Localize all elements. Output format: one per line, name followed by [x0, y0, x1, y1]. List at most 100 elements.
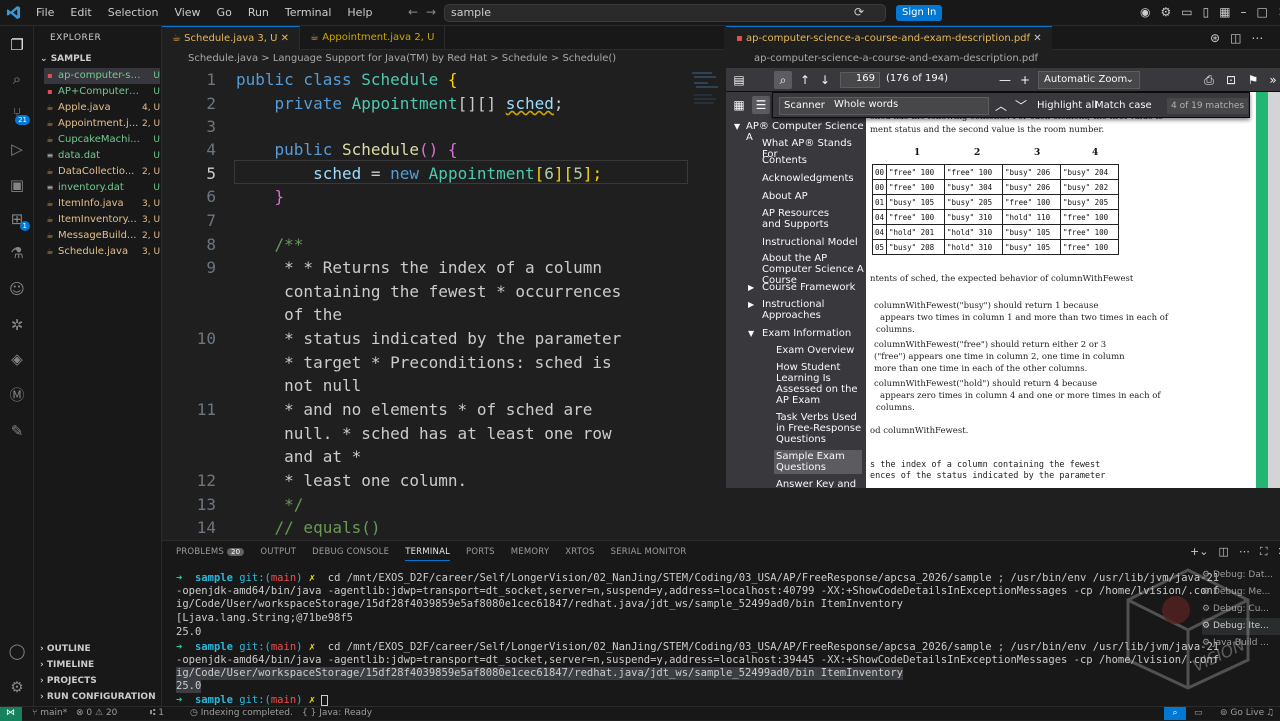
outline-item[interactable]: AP Resources and Supports [762, 208, 832, 230]
print-icon[interactable]: ⎙ [1200, 71, 1218, 89]
open-preview-icon[interactable]: ⊛ [1210, 31, 1220, 45]
toggle-sidebar-icon[interactable]: ▯ [1203, 5, 1210, 19]
java-status[interactable]: { } Java: Ready [302, 707, 372, 720]
tab-output[interactable]: OUTPUT [260, 547, 296, 561]
go-live-button[interactable]: ⊚ Go Live [1220, 707, 1264, 720]
gear-extension-icon[interactable]: ✲ [8, 316, 26, 334]
toggle-sidebar-icon[interactable]: ▤ [730, 71, 748, 89]
minimize-icon[interactable]: – [1241, 5, 1247, 19]
outline-item[interactable]: Acknowledgments [762, 173, 854, 184]
new-terminal-icon[interactable]: +⌄ [1190, 545, 1208, 559]
docker-icon[interactable]: ◈ [8, 350, 26, 368]
projects-section[interactable]: › PROJECTS [40, 676, 97, 686]
manage-gear-icon[interactable]: ⚙ [8, 678, 26, 696]
chevron-right-icon[interactable]: ▶ [748, 283, 754, 292]
tab-terminal[interactable]: TERMINAL [405, 547, 451, 561]
testing-icon[interactable]: ⚗ [8, 244, 26, 262]
match-case-option[interactable]: Match case [1095, 100, 1152, 111]
nav-back-forward-icon[interactable]: ←→ [408, 5, 444, 19]
outline-section[interactable]: › OUTLINE [40, 644, 91, 654]
m-extension-icon[interactable]: Ⓜ [8, 386, 26, 404]
file-item[interactable]: ≡ data.dat U [44, 148, 160, 164]
outline-item[interactable]: Exam Information [762, 328, 851, 339]
menu-file[interactable]: File [28, 6, 62, 19]
more-actions-icon[interactable]: ⋯ [1239, 545, 1250, 559]
outline-item[interactable]: Contents [762, 155, 807, 166]
project-folder[interactable]: ⌄ SAMPLE [40, 54, 92, 64]
run-debug-icon[interactable]: ▷ [8, 140, 26, 158]
pencil-extension-icon[interactable]: ✎ [8, 422, 26, 440]
explorer-icon[interactable]: ❐ [8, 36, 26, 54]
extensions-icon[interactable]: ⊞ 1 [8, 210, 30, 231]
file-item[interactable]: ≡ inventory.dat U [44, 180, 160, 196]
tools-icon[interactable]: » [1264, 71, 1280, 89]
sync-icon[interactable]: ⟳ [854, 5, 864, 19]
timeline-section[interactable]: › TIMELINE [40, 660, 94, 670]
menu-terminal[interactable]: Terminal [277, 6, 340, 19]
file-item[interactable]: ☕ Appointment.j... 2, U [44, 116, 160, 132]
git-branch[interactable]: ⑂ main* [32, 707, 67, 720]
settings-sync-icon[interactable]: ⚙ [1160, 5, 1171, 19]
menu-run[interactable]: Run [240, 6, 277, 19]
file-item[interactable]: ☕ Schedule.java 3, U [44, 244, 160, 260]
tab-pdf-document[interactable]: ▪ ap-computer-science-a-course-and-exam-… [726, 26, 1052, 50]
run-configuration-section[interactable]: › RUN CONFIGURATION [40, 692, 156, 702]
find-next-icon[interactable]: ﹀ [1015, 97, 1027, 114]
highlight-all-option[interactable]: Highlight all [1037, 100, 1097, 111]
layout-status-icon[interactable]: ▭ [1194, 707, 1203, 720]
toggle-panel-icon[interactable]: ▭ [1181, 5, 1192, 19]
previous-page-icon[interactable]: ↑ [796, 71, 814, 89]
zoom-select[interactable]: Automatic Zoom ⌄ [1038, 71, 1140, 89]
menu-go[interactable]: Go [209, 6, 240, 19]
remote-explorer-icon[interactable]: ▣ [8, 176, 26, 194]
file-item[interactable]: ☕ DataCollectio... 2, U [44, 164, 160, 180]
copilot-chat-icon[interactable]: ☺ [8, 280, 26, 298]
minimap[interactable] [690, 68, 720, 540]
tab-debug-console[interactable]: DEBUG CONSOLE [312, 547, 389, 561]
file-item[interactable]: ▪AP+Computer+S...U [44, 84, 160, 100]
tab-serial-monitor[interactable]: SERIAL MONITOR [611, 547, 687, 561]
ports-status[interactable]: ⑆ 1 [150, 707, 164, 720]
chevron-down-icon[interactable]: ▼ [734, 122, 740, 131]
outline-item[interactable]: Task Verbs Used in Free-Response Questio… [776, 412, 864, 445]
notifications-icon[interactable]: ♫ [1266, 707, 1274, 720]
chevron-down-icon[interactable]: ▼ [748, 329, 754, 338]
find-icon[interactable]: ⌕ [774, 71, 792, 89]
menu-selection[interactable]: Selection [100, 6, 167, 19]
maximize-panel-icon[interactable]: ⛶ [1260, 545, 1268, 559]
source-control-icon[interactable]: ⑂ 21 [8, 104, 30, 125]
code-editor[interactable]: 1 2 3 4 5 6 8 9 10 11 12 13 14 7 public … [162, 68, 724, 540]
tab-memory[interactable]: MEMORY [511, 547, 549, 561]
outline-item[interactable]: Exam Overview [776, 345, 854, 356]
zoom-in-icon[interactable]: + [1016, 71, 1034, 89]
page-number-input[interactable]: 169 [840, 72, 880, 88]
menu-help[interactable]: Help [339, 6, 380, 19]
tab-problems[interactable]: PROBLEMS 20 [176, 547, 245, 561]
outline-view-icon[interactable]: ☰ [752, 96, 770, 114]
maximize-icon[interactable]: □ [1257, 5, 1268, 19]
search-icon[interactable]: ⌕ [8, 70, 26, 88]
outline-item[interactable]: Instructional Model [762, 237, 858, 248]
next-page-icon[interactable]: ↓ [816, 71, 834, 89]
file-item[interactable]: ☕ ItemInventory... 3, U [44, 212, 160, 228]
outline-item[interactable]: Course Framework [762, 282, 855, 293]
outline-item-selected[interactable]: Sample Exam Questions [774, 450, 862, 474]
find-previous-icon[interactable]: ︿ [995, 97, 1007, 114]
tab-xrtos[interactable]: XRTOS [565, 547, 594, 561]
zoom-status-icon[interactable]: ⌕ [1164, 707, 1186, 720]
close-tab-icon[interactable]: ✕ [1033, 33, 1041, 44]
outline-item[interactable]: About AP [762, 191, 808, 202]
pdf-breadcrumb[interactable]: ap-computer-science-a-course-and-exam-de… [726, 50, 1280, 68]
menu-view[interactable]: View [166, 6, 208, 19]
bookmark-icon[interactable]: ⚑ [1244, 71, 1262, 89]
command-center-search[interactable]: sample [444, 4, 886, 22]
whole-words-option[interactable]: Whole words [834, 99, 898, 110]
outline-item[interactable]: How Student Learning Is Assessed on the … [776, 362, 864, 406]
outline-item[interactable]: Answer Key and [776, 479, 864, 488]
layout-icon[interactable]: ▦ [1219, 5, 1230, 19]
menu-edit[interactable]: Edit [62, 6, 99, 19]
open-file-icon[interactable]: ⊡ [1222, 71, 1240, 89]
more-actions-icon[interactable]: ⋯ [1251, 31, 1263, 45]
tab-appointment-java[interactable]: ☕ Appointment.java 2, U [300, 26, 446, 50]
file-item[interactable]: ☕ ItemInfo.java 3, U [44, 196, 160, 212]
